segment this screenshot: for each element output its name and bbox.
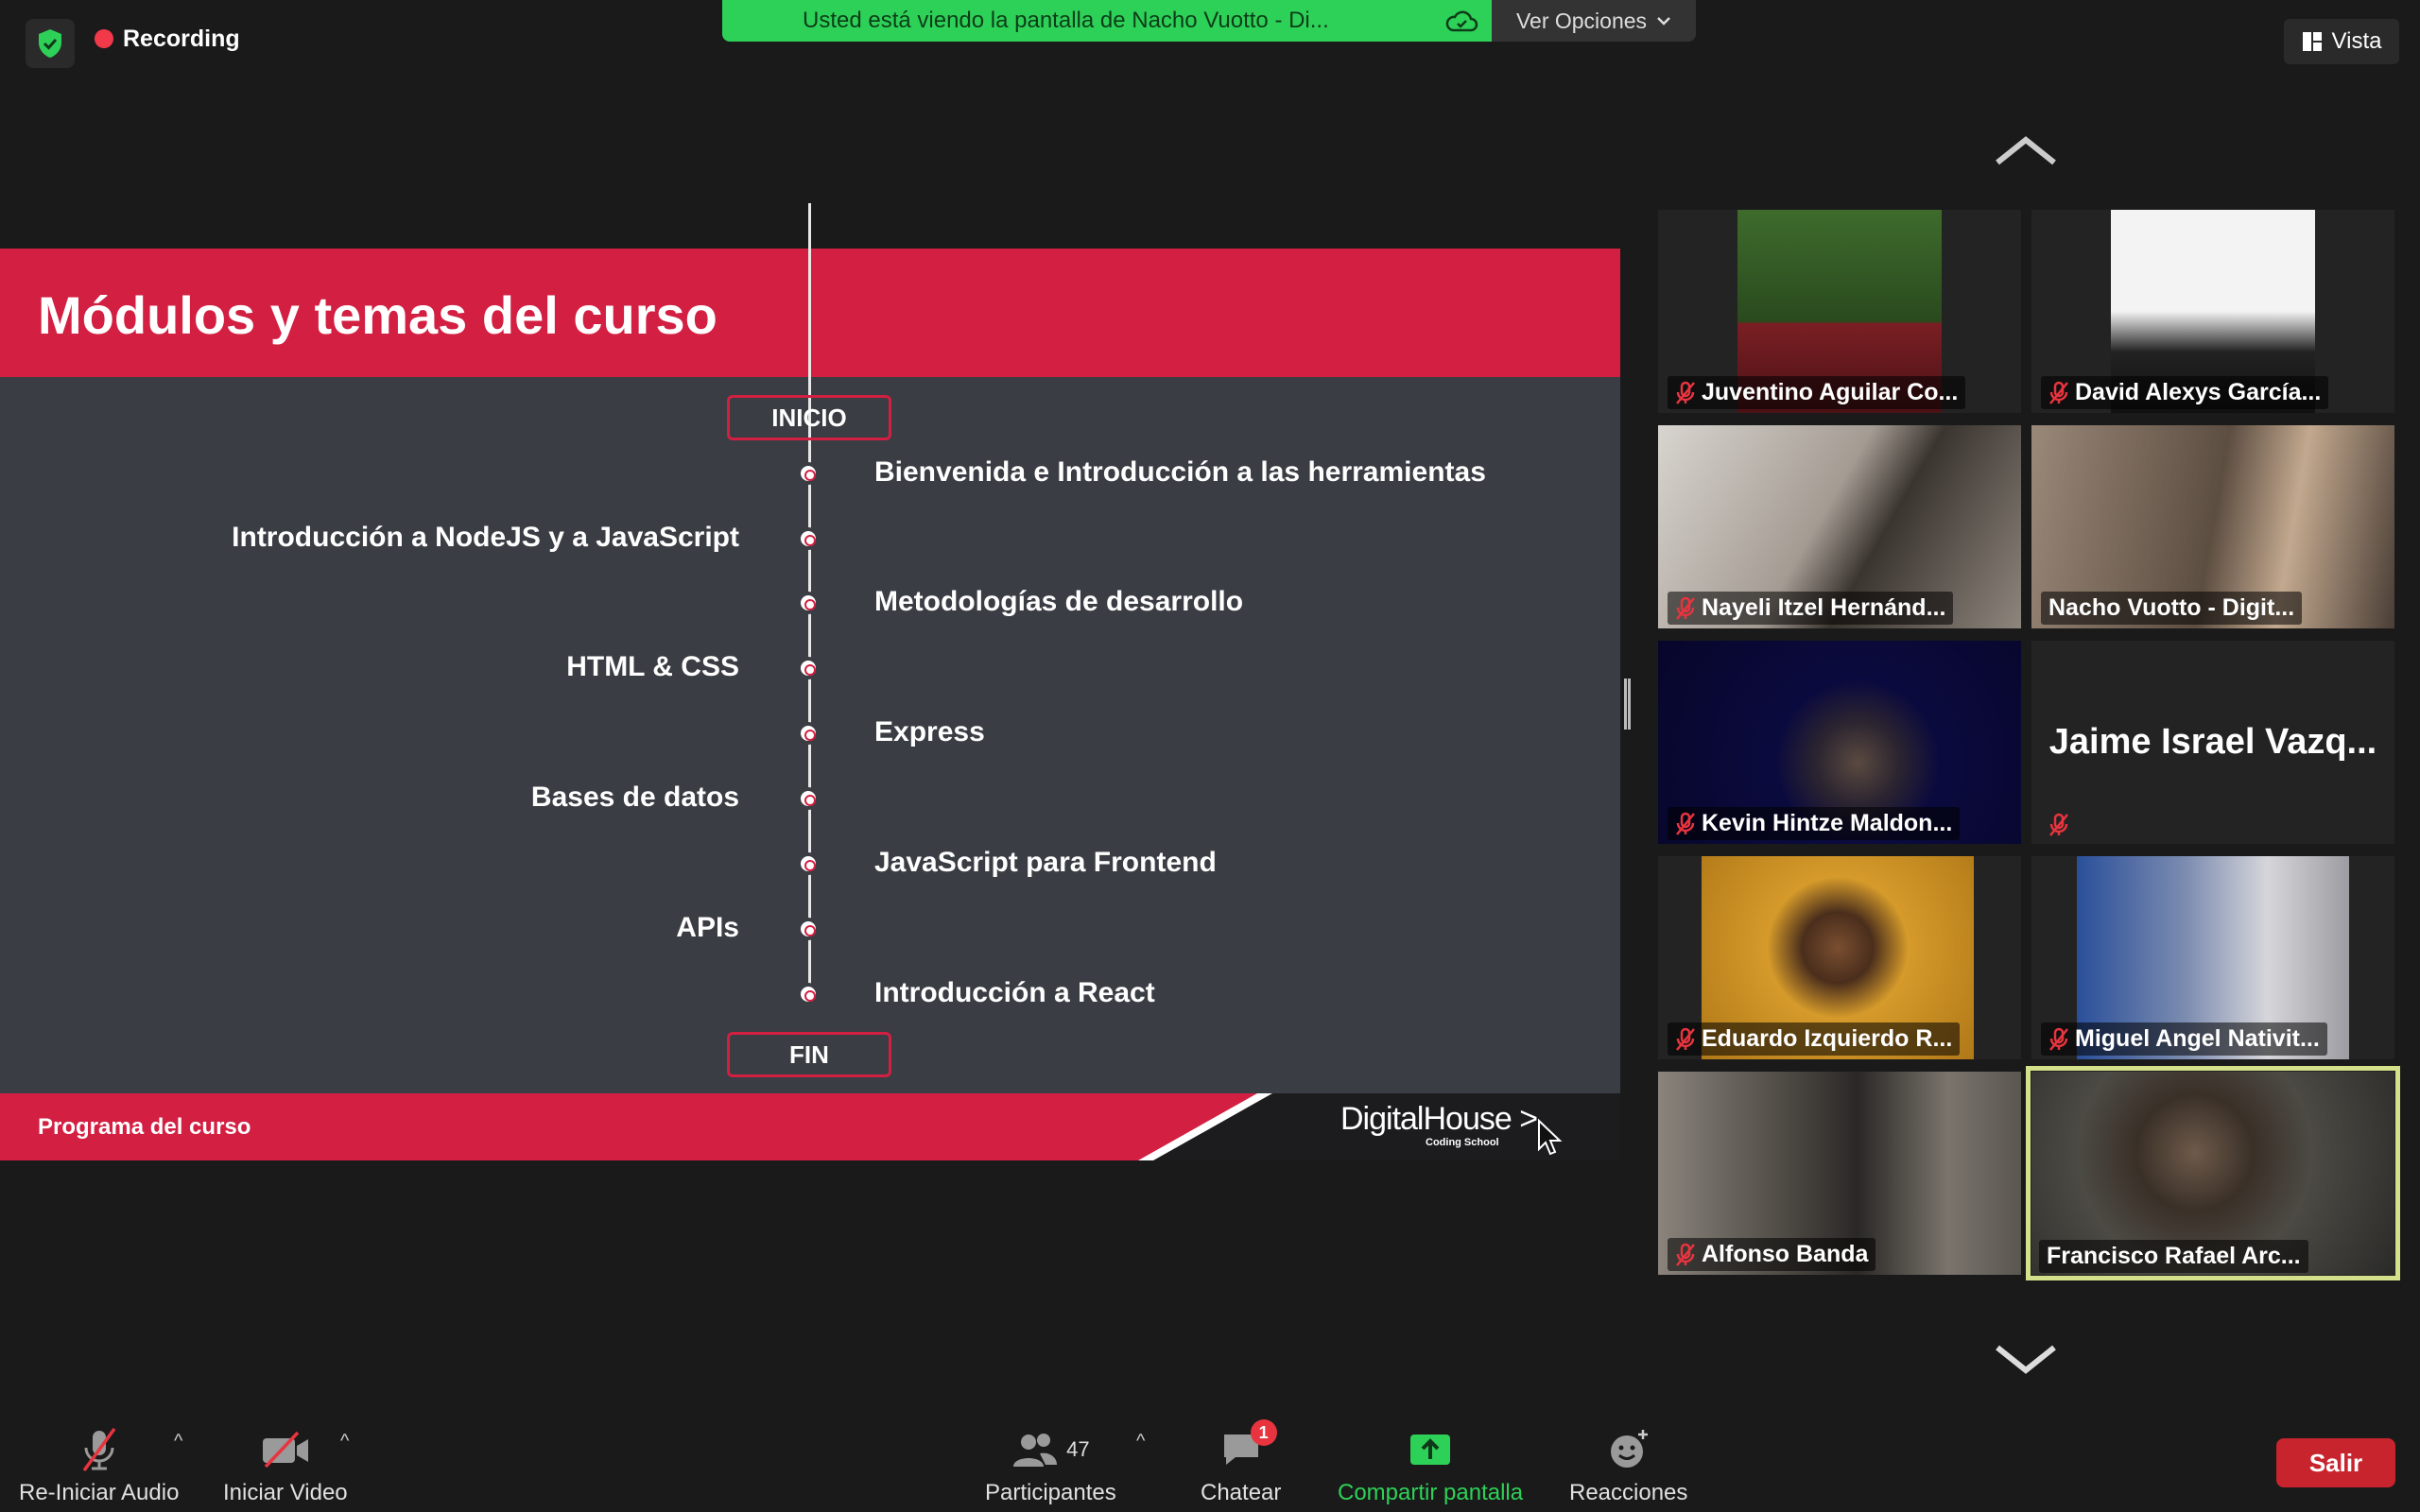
participants-label: Participantes <box>985 1480 1116 1505</box>
participant-mute-status <box>2041 810 2077 840</box>
timeline-node <box>797 657 820 679</box>
timeline-node <box>797 462 820 485</box>
participant-tile[interactable]: Jaime Israel Vazq... <box>2031 641 2394 844</box>
view-options-button[interactable]: Ver Opciones <box>1492 0 1696 42</box>
participants-options-caret[interactable]: ^ <box>1136 1431 1145 1452</box>
participant-name: David Alexys García... <box>2041 376 2329 409</box>
gallery-previous-button[interactable] <box>1993 132 2059 170</box>
mic-muted-icon <box>1676 812 1695 835</box>
smiley-icon <box>1610 1430 1648 1468</box>
resize-handle[interactable] <box>1624 679 1631 730</box>
mic-muted-icon <box>1676 596 1695 620</box>
share-notice-text: Usted está viendo la pantalla de Nacho V… <box>803 8 1329 33</box>
audio-options-caret[interactable]: ^ <box>174 1431 182 1452</box>
timeline-node <box>797 722 820 745</box>
share-screen-button[interactable]: Compartir pantalla <box>1338 1425 1523 1506</box>
chevron-down-icon <box>1657 17 1670 26</box>
participants-count: 47 <box>1066 1437 1090 1461</box>
participant-tile[interactable]: Miguel Angel Nativit... <box>2031 856 2394 1059</box>
mic-muted-icon <box>1676 381 1695 404</box>
leave-meeting-button[interactable]: Salir <box>2276 1438 2395 1487</box>
video-label: Iniciar Video <box>223 1480 348 1505</box>
share-screen-label: Compartir pantalla <box>1338 1480 1524 1505</box>
video-button[interactable]: Iniciar Video <box>223 1425 348 1506</box>
mic-muted-icon <box>2049 1027 2068 1051</box>
participant-name: Nacho Vuotto - Digit... <box>2041 592 2303 625</box>
timeline-node <box>797 983 820 1005</box>
module-label: APIs <box>676 912 739 943</box>
grid-view-icon <box>2302 32 2322 51</box>
audio-label: Re-Iniciar Audio <box>19 1480 180 1505</box>
share-screen-icon <box>1410 1435 1451 1465</box>
module-label: Introducción a NodeJS y a JavaScript <box>232 522 739 553</box>
mic-muted-icon <box>1676 1243 1695 1266</box>
recording-label: Recording <box>123 25 240 52</box>
mic-muted-icon <box>2049 813 2068 836</box>
mic-muted-icon <box>1676 1027 1695 1051</box>
reactions-label: Reacciones <box>1569 1480 1688 1505</box>
participant-name: Miguel Angel Nativit... <box>2041 1022 2327 1056</box>
participant-name: Alfonso Banda <box>1668 1238 1876 1271</box>
view-button[interactable]: Vista <box>2284 19 2399 64</box>
module-label: Introducción a React <box>874 977 1155 1008</box>
meeting-toolbar: Re-Iniciar Audio ^ Iniciar Video ^ 47 Pa… <box>0 1412 2420 1512</box>
module-label: HTML & CSS <box>566 651 739 682</box>
security-shield-button[interactable] <box>26 19 75 68</box>
module-label: Express <box>874 716 985 747</box>
mic-muted-icon <box>82 1427 116 1472</box>
record-dot-icon <box>95 29 113 48</box>
shield-icon <box>39 29 61 58</box>
timeline-node <box>797 527 820 550</box>
participant-name: Juventino Aguilar Co... <box>1668 376 1966 409</box>
chat-unread-badge: 1 <box>1250 1419 1277 1446</box>
reactions-button[interactable]: Reacciones <box>1569 1425 1687 1506</box>
video-options-caret[interactable]: ^ <box>340 1431 349 1452</box>
logo-subtitle: Coding School <box>1426 1137 1499 1148</box>
participants-icon <box>1013 1434 1058 1467</box>
digitalhouse-logo: DigitalHouse > <box>1340 1101 1538 1137</box>
video-off-icon <box>262 1431 308 1469</box>
participant-tile[interactable]: Nayeli Itzel Hernánd... <box>1658 425 2021 628</box>
participant-tile[interactable]: Kevin Hintze Maldon... <box>1658 641 2021 844</box>
timeline-end-tag: FIN <box>727 1032 891 1077</box>
timeline-start-tag: INICIO <box>727 395 891 440</box>
participant-name: Francisco Rafael Arc... <box>2039 1240 2308 1273</box>
cloud-icon <box>1445 10 1478 32</box>
timeline-node <box>797 592 820 614</box>
gallery-next-button[interactable] <box>1993 1340 2059 1378</box>
module-label: Bienvenida e Introducción a las herramie… <box>874 456 1486 488</box>
slide-footer: Programa del curso DigitalHouse > Coding… <box>0 1093 1620 1160</box>
module-label: JavaScript para Frontend <box>874 847 1217 878</box>
slide-footer-text: Programa del curso <box>38 1114 251 1140</box>
slide-title: Módulos y temas del curso <box>38 285 717 345</box>
mouse-cursor-icon <box>1538 1119 1563 1156</box>
chat-label: Chatear <box>1201 1480 1282 1505</box>
participant-tile[interactable]: Juventino Aguilar Co... <box>1658 210 2021 413</box>
participants-button[interactable]: 47 Participantes <box>985 1425 1116 1506</box>
module-label: Bases de datos <box>530 782 739 813</box>
participant-tile-active-speaker[interactable]: Francisco Rafael Arc... <box>2026 1066 2400 1280</box>
view-label: Vista <box>2331 28 2382 54</box>
mic-muted-icon <box>2049 381 2068 404</box>
participant-name-large: Jaime Israel Vazq... <box>2048 722 2377 762</box>
share-notice: Usted está viendo la pantalla de Nacho V… <box>722 0 1492 42</box>
recording-indicator[interactable]: Recording <box>95 25 240 53</box>
audio-button[interactable]: Re-Iniciar Audio <box>19 1425 179 1506</box>
screen-share-banner: Usted está viendo la pantalla de Nacho V… <box>722 0 1696 42</box>
timeline-node <box>797 787 820 810</box>
participant-name: Nayeli Itzel Hernánd... <box>1668 592 1954 625</box>
timeline-node <box>797 852 820 875</box>
module-label: Metodologías de desarrollo <box>874 586 1244 617</box>
participant-tile[interactable]: David Alexys García... <box>2031 210 2394 413</box>
view-options-label: Ver Opciones <box>1515 8 1648 33</box>
participant-name: Kevin Hintze Maldon... <box>1668 807 1961 840</box>
participant-tile[interactable]: Nacho Vuotto - Digit... <box>2031 425 2394 628</box>
timeline-node <box>797 918 820 940</box>
chat-button[interactable]: 1 Chatear <box>1201 1419 1282 1506</box>
shared-screen: Módulos y temas del curso INICIO FIN Bie… <box>0 203 1620 1160</box>
participant-tile[interactable]: Eduardo Izquierdo R... <box>1658 856 2021 1059</box>
participant-tile[interactable]: Alfonso Banda <box>1658 1072 2021 1275</box>
participant-name: Eduardo Izquierdo R... <box>1668 1022 1961 1056</box>
